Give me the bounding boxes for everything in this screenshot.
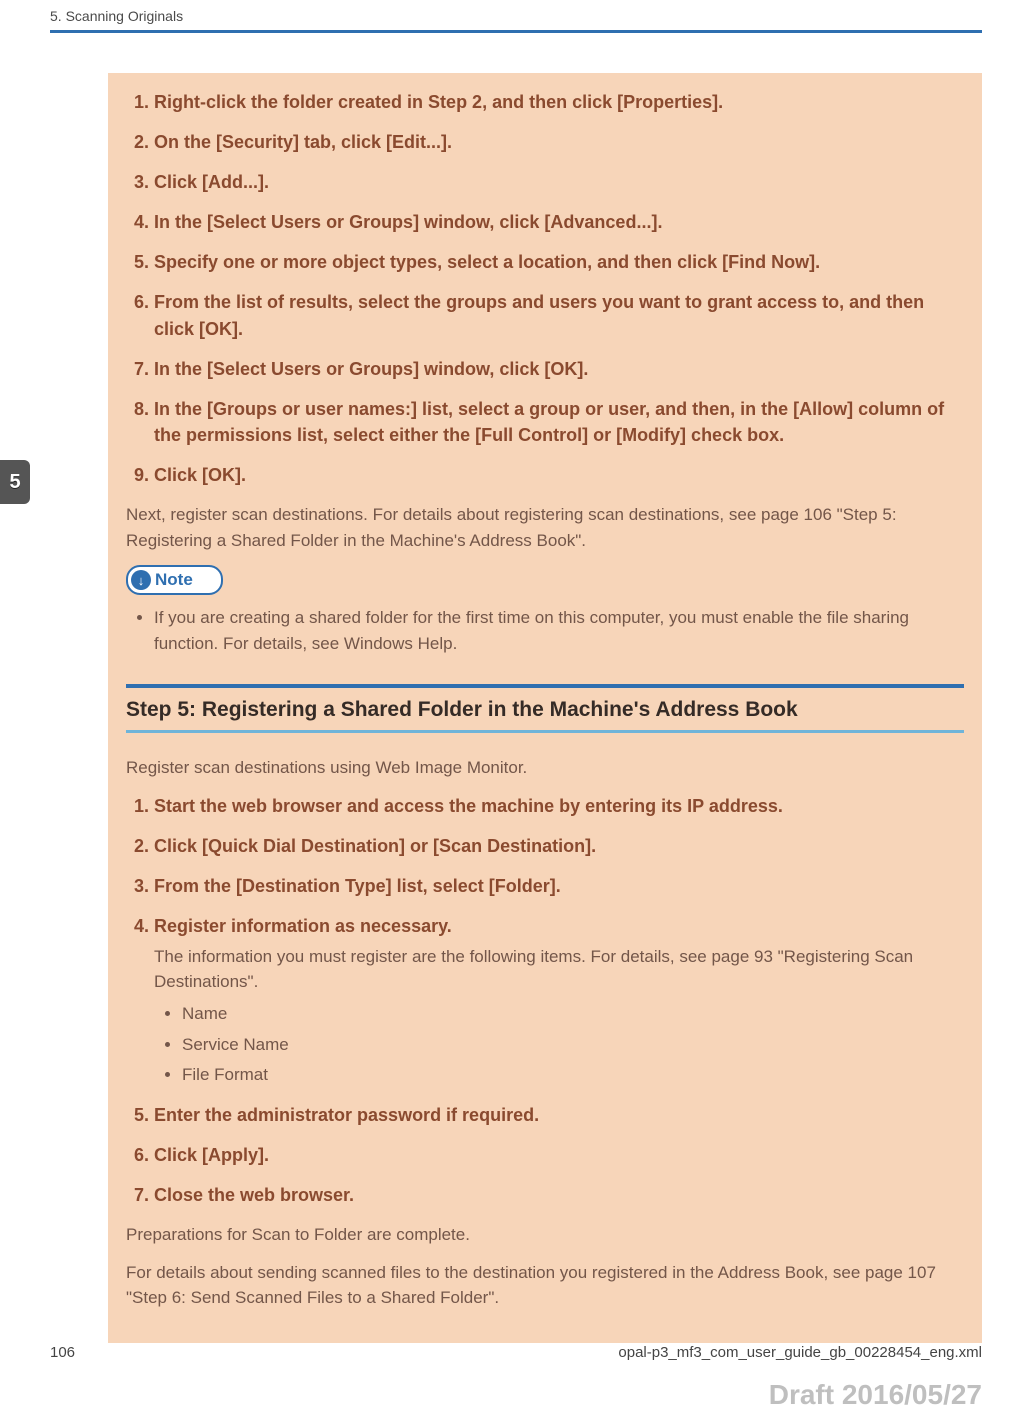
chapter-tab: 5 <box>0 460 30 504</box>
step-item: Click [OK]. <box>154 462 964 488</box>
section-intro: Register scan destinations using Web Ima… <box>126 755 964 781</box>
note-label-text: Note <box>155 570 193 590</box>
step-item: In the [Groups or user names:] list, sel… <box>154 396 964 448</box>
list-item: Service Name <box>182 1033 964 1058</box>
list-item: Name <box>182 1002 964 1027</box>
header-rule <box>50 30 982 33</box>
note-item: If you are creating a shared folder for … <box>154 605 964 656</box>
step-item: Click [Quick Dial Destination] or [Scan … <box>154 833 964 859</box>
step-item: In the [Select Users or Groups] window, … <box>154 209 964 235</box>
step-item: In the [Select Users or Groups] window, … <box>154 356 964 382</box>
content-block-1: Right-click the folder created in Step 2… <box>108 73 982 1343</box>
step-sub-text: The information you must register are th… <box>154 945 964 994</box>
step-item: Click [Add...]. <box>154 169 964 195</box>
note-list: If you are creating a shared folder for … <box>126 605 964 656</box>
source-file-label: opal-p3_mf3_com_user_guide_gb_00228454_e… <box>618 1344 982 1361</box>
page: 5. Scanning Originals 5 Right-click the … <box>0 0 1032 1421</box>
paragraph: For details about sending scanned files … <box>126 1260 964 1311</box>
section-title: Step 5: Registering a Shared Folder in t… <box>126 698 964 722</box>
paragraph: Next, register scan destinations. For de… <box>126 502 964 553</box>
page-number: 106 <box>50 1344 75 1361</box>
section-rule-top <box>126 684 964 688</box>
step-item: Start the web browser and access the mac… <box>154 793 964 819</box>
section-rule-bottom <box>126 730 964 733</box>
note-label: ↓ Note <box>126 565 223 595</box>
arrow-down-icon: ↓ <box>131 570 151 590</box>
paragraph: Preparations for Scan to Folder are comp… <box>126 1222 964 1248</box>
running-head: 5. Scanning Originals <box>50 8 982 30</box>
step-bullet-list: Name Service Name File Format <box>154 1002 964 1088</box>
step-item: Click [Apply]. <box>154 1142 964 1168</box>
step-item: From the [Destination Type] list, select… <box>154 873 964 899</box>
note-callout: ↓ Note If you are creating a shared fold… <box>126 565 964 656</box>
page-footer: 106 opal-p3_mf3_com_user_guide_gb_002284… <box>50 1344 982 1361</box>
step-list-2: Start the web browser and access the mac… <box>126 793 964 1209</box>
step-item: Close the web browser. <box>154 1182 964 1208</box>
step-item: On the [Security] tab, click [Edit...]. <box>154 129 964 155</box>
step-item: Register information as necessary. The i… <box>154 913 964 1088</box>
draft-stamp: Draft 2016/05/27 <box>769 1379 982 1411</box>
step-item: Enter the administrator password if requ… <box>154 1102 964 1128</box>
step-list-1: Right-click the folder created in Step 2… <box>126 89 964 488</box>
step-item: Right-click the folder created in Step 2… <box>154 89 964 115</box>
step-item: Specify one or more object types, select… <box>154 249 964 275</box>
step-main-text: Register information as necessary. <box>154 916 452 936</box>
step-item: From the list of results, select the gro… <box>154 289 964 341</box>
list-item: File Format <box>182 1063 964 1088</box>
